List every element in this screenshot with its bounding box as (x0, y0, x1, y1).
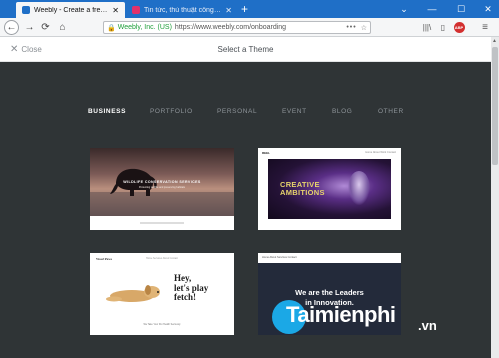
home-button[interactable]: ⌂ (55, 20, 70, 35)
sidebar-icon[interactable]: ▯ (437, 21, 449, 34)
minimize-button[interactable]: — (422, 0, 442, 18)
tab-label: Weebly - Create a free website (34, 6, 108, 14)
category-tabs: BUSINESS PORTFOLIO PERSONAL EVENT BLOG O… (0, 108, 491, 120)
figure-silhouette-icon (348, 171, 370, 205)
adblock-badge: ABP (453, 22, 465, 33)
page-title: Select a Theme (217, 45, 274, 54)
page-header: ✕ Close Select a Theme (0, 37, 491, 62)
theme-preview-hero: WILDLIFE CONSERVATION SERVICES Protectin… (90, 148, 234, 216)
watermark-suffix: .vn (418, 318, 437, 333)
theme-card-creative[interactable]: REEL Home About Work Contact CREATIVE AM… (258, 148, 401, 230)
tab-blog[interactable]: BLOG (332, 108, 352, 115)
nav-toolbar: ← → ⟳ ⌂ 🔒 Weebly, Inc. (US) https://www.… (0, 18, 499, 37)
theme-title-line: AMBITIONS (280, 188, 325, 197)
forward-button[interactable]: → (22, 20, 37, 35)
scrollbar-thumb[interactable] (492, 47, 498, 165)
theme-footer-text: We Take Your Pet Health Seriously (143, 323, 181, 326)
reload-button[interactable]: ⟳ (38, 20, 53, 35)
page-actions-icon[interactable]: ••• (346, 24, 356, 31)
tab-business[interactable]: BUSINESS (88, 108, 126, 115)
theme-subtitle: Protecting wildlife and preserving habit… (138, 186, 186, 189)
close-tab-icon[interactable]: ✕ (112, 6, 119, 15)
theme-card-pets[interactable]: Woof Paws Home Services About Contact He… (90, 253, 234, 335)
close-tab-icon[interactable]: ✕ (225, 6, 232, 15)
theme-nav-links: Home About Work Contact (365, 151, 396, 154)
watermark-logo: Taimienphi .vn (272, 298, 472, 338)
theme-preview-hero: CREATIVE AMBITIONS (268, 159, 391, 219)
site-identity[interactable]: Weebly, Inc. (US) (118, 24, 172, 31)
theme-title: Hey, let's play fetch! (174, 273, 208, 303)
tab-label: Tin tức, thủ thuật công nghệ m (144, 6, 221, 14)
weebly-heart-icon (22, 6, 30, 14)
t-logo-icon (132, 6, 140, 14)
browser-window: Weebly - Create a free website ✕ Tin tức… (0, 0, 499, 358)
page-scrollbar[interactable]: ▲ (491, 37, 499, 358)
bookmark-star-icon[interactable]: ☆ (361, 24, 367, 32)
theme-nav-links: Home About Services Contact (262, 256, 297, 259)
close-window-button[interactable]: ✕ (478, 0, 498, 18)
address-bar[interactable]: 🔒 Weebly, Inc. (US) https://www.weebly.c… (103, 21, 371, 34)
tab-weebly[interactable]: Weebly - Create a free website ✕ (16, 2, 125, 18)
tab-event[interactable]: EVENT (282, 108, 307, 115)
library-icon[interactable]: |||\ (420, 21, 434, 34)
tab-bar: Weebly - Create a free website ✕ Tin tức… (0, 0, 499, 18)
menu-icon[interactable]: ≡ (478, 21, 492, 34)
theme-nav-links: Home Services About Contact (146, 257, 178, 260)
adblock-icon[interactable]: ABP (452, 21, 466, 34)
lock-icon[interactable]: 🔒 (107, 24, 116, 32)
watermark-text: Taimienphi (286, 302, 396, 327)
maximize-button[interactable]: ☐ (451, 0, 471, 18)
tab-other[interactable]: OTHER (378, 108, 404, 115)
tab-taimienphi[interactable]: Tin tức, thủ thuật công nghệ m ✕ (126, 2, 238, 18)
theme-brand: Woof Paws (96, 257, 113, 261)
tab-personal[interactable]: PERSONAL (217, 108, 257, 115)
theme-title-line: fetch! (174, 292, 196, 302)
theme-title-line: We are the Leaders (295, 288, 364, 297)
scroll-up-icon[interactable]: ▲ (492, 38, 497, 44)
theme-title: WILDLIFE CONSERVATION SERVICES (123, 180, 201, 184)
tab-list-icon[interactable]: ⌄ (394, 0, 414, 18)
theme-card-wildlife[interactable]: WILDLIFE CONSERVATION SERVICES Protectin… (90, 148, 234, 230)
theme-brand: REEL (262, 151, 271, 155)
theme-footer-line (140, 222, 184, 224)
tab-portfolio[interactable]: PORTFOLIO (150, 108, 193, 115)
puppy-icon (106, 285, 160, 302)
watermark-text-rest: aimienphi (297, 302, 396, 327)
new-tab-button[interactable]: + (241, 2, 248, 16)
back-button[interactable]: ← (4, 20, 19, 35)
theme-title: CREATIVE AMBITIONS (280, 181, 325, 197)
url-text[interactable]: https://www.weebly.com/onboarding (175, 24, 346, 31)
